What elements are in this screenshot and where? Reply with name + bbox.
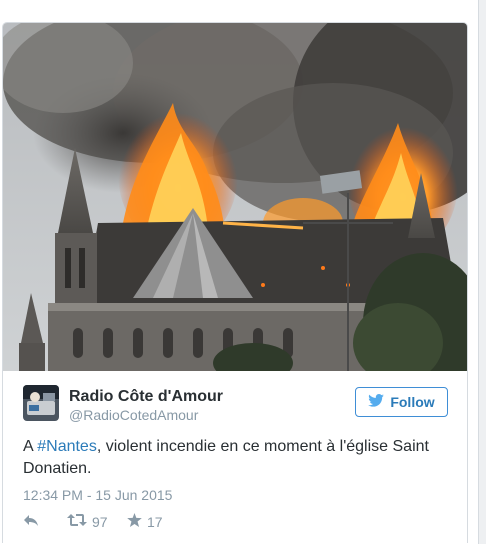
retweet-button[interactable]: 97 (67, 513, 108, 530)
tweet-text: A #Nantes, violent incendie en ce moment… (23, 436, 453, 480)
avatar[interactable] (23, 385, 59, 421)
church-fire-photo[interactable] (3, 23, 467, 371)
favorite-count: 17 (147, 513, 163, 530)
reply-button[interactable] (23, 513, 39, 530)
tweet-timestamp[interactable]: 12:34 PM - 15 Jun 2015 (23, 487, 172, 503)
follow-button[interactable]: Follow (355, 387, 448, 417)
display-name[interactable]: Radio Côte d'Amour (69, 388, 223, 406)
embedded-tweet-card: Radio Côte d'Amour @RadioCotedAmour Foll… (2, 22, 468, 543)
star-icon (127, 513, 142, 530)
follow-label: Follow (390, 394, 435, 410)
user-handle[interactable]: @RadioCotedAmour (69, 407, 198, 423)
twitter-bird-icon (368, 394, 385, 410)
retweet-count: 97 (92, 513, 108, 530)
tweet-author[interactable]: Radio Côte d'Amour @RadioCotedAmour (23, 385, 323, 425)
page-scroll-edge (478, 0, 486, 544)
tweet-text-prefix: A (23, 438, 38, 455)
retweet-icon (67, 513, 87, 530)
reply-icon (23, 513, 39, 530)
favorite-button[interactable]: 17 (127, 513, 163, 530)
hashtag-link[interactable]: #Nantes (37, 438, 97, 455)
